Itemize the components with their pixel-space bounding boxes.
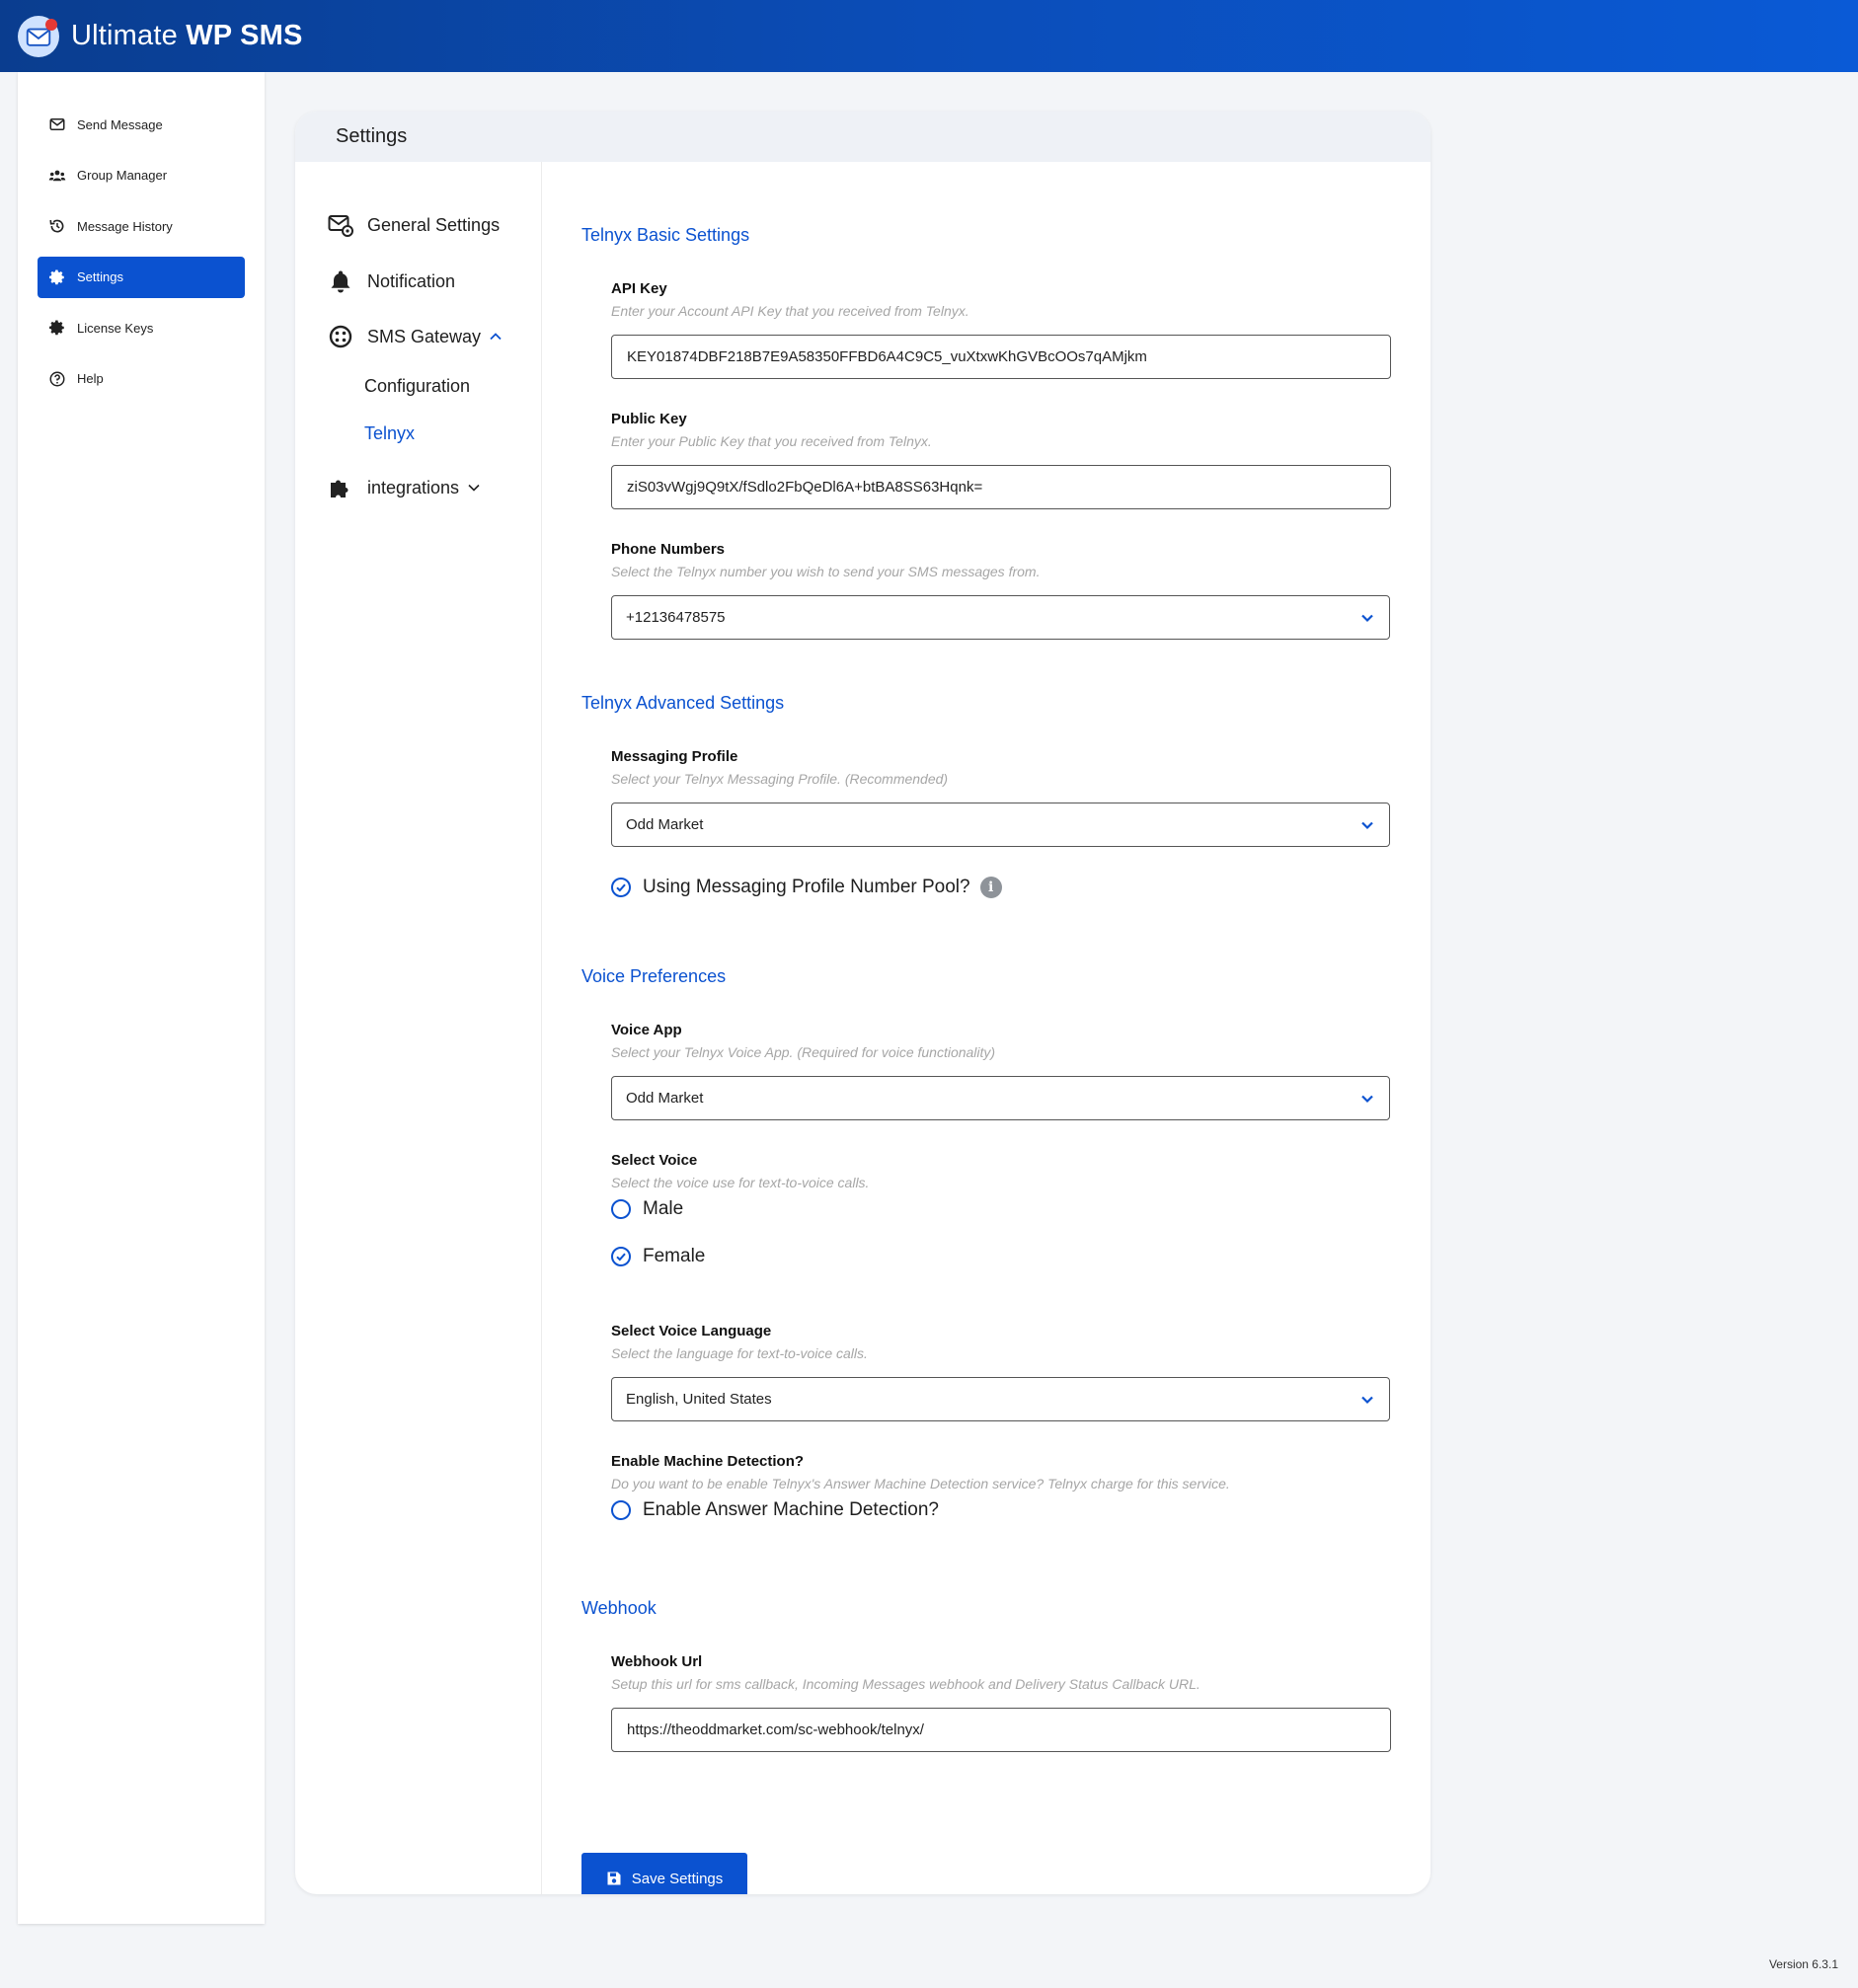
- gear-icon: [47, 268, 67, 287]
- sidebar-item-settings[interactable]: Settings: [38, 256, 245, 298]
- number-pool-option[interactable]: Using Messaging Profile Number Pool? i: [611, 877, 1002, 898]
- public-key-hint: Enter your Public Key that you received …: [611, 433, 932, 449]
- select-value: Odd Market: [626, 816, 704, 833]
- subnav-label: Notification: [367, 270, 456, 291]
- gateway-icon: [327, 323, 354, 350]
- puzzle-icon: [327, 474, 354, 501]
- sidebar-item-license-keys[interactable]: License Keys: [38, 307, 245, 348]
- number-pool-label: Using Messaging Profile Number Pool?: [643, 877, 970, 897]
- sidebar-item-help[interactable]: Help: [38, 358, 245, 400]
- machine-detection-hint: Do you want to be enable Telnyx's Answer…: [611, 1476, 1230, 1491]
- chevron-up-icon: [490, 333, 502, 341]
- version-label: Version 6.3.1: [1768, 1957, 1838, 1971]
- voice-language-select[interactable]: English, United States: [611, 1377, 1390, 1421]
- brand-title: Ultimate WP SMS: [71, 20, 303, 51]
- envelope-icon: [47, 115, 67, 134]
- public-key-label: Public Key: [611, 411, 687, 427]
- sidebar-item-label: Help: [77, 371, 104, 386]
- gear-icon: [47, 318, 67, 338]
- check-circle-icon[interactable]: [611, 878, 631, 897]
- sidebar-item-label: License Keys: [77, 320, 154, 336]
- page-title: Settings: [295, 112, 1431, 162]
- settings-card: Settings General Settings Notification S…: [295, 112, 1431, 1894]
- messaging-profile-hint: Select your Telnyx Messaging Profile. (R…: [611, 771, 949, 787]
- section-webhook-title: Webhook: [581, 1598, 657, 1618]
- bell-icon: [327, 268, 354, 295]
- users-icon: [47, 166, 67, 186]
- sidebar-item-label: Group Manager: [77, 168, 168, 183]
- subnav-telnyx[interactable]: Telnyx: [364, 423, 415, 444]
- phone-numbers-hint: Select the Telnyx number you wish to sen…: [611, 564, 1041, 579]
- section-voice-title: Voice Preferences: [581, 966, 727, 986]
- api-key-hint: Enter your Account API Key that you rece…: [611, 303, 969, 319]
- chevron-down-icon: [1361, 1095, 1373, 1104]
- machine-detection-option[interactable]: Enable Answer Machine Detection?: [611, 1499, 939, 1521]
- webhook-url-hint: Setup this url for sms callback, Incomin…: [611, 1676, 1200, 1692]
- sidebar: Send Message Group Manager Message Histo…: [18, 72, 265, 1924]
- public-key-input[interactable]: [611, 465, 1391, 509]
- voice-app-select[interactable]: Odd Market: [611, 1076, 1390, 1120]
- chevron-down-icon: [1361, 1396, 1373, 1405]
- radio-machine-detection[interactable]: [611, 1500, 631, 1520]
- chevron-down-icon: [468, 484, 480, 492]
- select-voice-hint: Select the voice use for text-to-voice c…: [611, 1175, 870, 1190]
- phone-numbers-select[interactable]: +12136478575: [611, 595, 1390, 640]
- select-voice-label: Select Voice: [611, 1152, 698, 1169]
- select-value: English, United States: [626, 1391, 772, 1408]
- webhook-url-label: Webhook Url: [611, 1653, 703, 1670]
- help-icon: [47, 369, 67, 389]
- subnav-general-settings[interactable]: General Settings: [327, 211, 500, 239]
- voice-male-label: Male: [643, 1198, 684, 1219]
- select-value: +12136478575: [626, 609, 726, 626]
- messaging-profile-label: Messaging Profile: [611, 748, 738, 765]
- api-key-input[interactable]: [611, 335, 1391, 379]
- messaging-profile-select[interactable]: Odd Market: [611, 803, 1390, 847]
- voice-female-option[interactable]: Female: [611, 1246, 705, 1267]
- section-advanced-title: Telnyx Advanced Settings: [581, 693, 785, 713]
- voice-language-hint: Select the language for text-to-voice ca…: [611, 1345, 868, 1361]
- sidebar-item-label: Send Message: [77, 116, 163, 132]
- save-settings-button[interactable]: Save Settings: [581, 1853, 747, 1894]
- phone-numbers-label: Phone Numbers: [611, 541, 726, 558]
- sidebar-item-send-message[interactable]: Send Message: [38, 104, 245, 145]
- sidebar-item-label: Settings: [77, 269, 123, 284]
- radio-male[interactable]: [611, 1199, 631, 1219]
- api-key-label: API Key: [611, 280, 667, 297]
- info-icon[interactable]: i: [979, 877, 1002, 898]
- notification-badge: [45, 18, 57, 31]
- chevron-down-icon: [1361, 821, 1373, 830]
- envelope-gear-icon: [327, 211, 354, 239]
- chevron-down-icon: [1361, 614, 1373, 623]
- subnav-label: General Settings: [367, 214, 501, 235]
- save-settings-label: Save Settings: [631, 1870, 724, 1887]
- select-value: Odd Market: [626, 1090, 704, 1107]
- voice-app-hint: Select your Telnyx Voice App. (Required …: [611, 1044, 996, 1060]
- subnav-label: SMS Gateway: [367, 326, 482, 346]
- settings-subnav: General Settings Notification SMS Gatewa…: [295, 162, 542, 1894]
- voice-female-label: Female: [643, 1246, 706, 1266]
- sidebar-item-label: Message History: [77, 218, 173, 234]
- history-icon: [47, 216, 67, 236]
- telnyx-settings-form: Telnyx Basic Settings API Key Enter your…: [581, 162, 1431, 1894]
- logo[interactable]: [18, 15, 59, 57]
- voice-app-label: Voice App: [611, 1022, 682, 1038]
- radio-female-checked[interactable]: [611, 1247, 631, 1266]
- subnav-label: integrations: [367, 477, 460, 497]
- subnav-notification[interactable]: Notification: [327, 268, 455, 295]
- voice-male-option[interactable]: Male: [611, 1198, 683, 1220]
- sidebar-item-message-history[interactable]: Message History: [38, 205, 245, 247]
- machine-detection-option-label: Enable Answer Machine Detection?: [643, 1499, 939, 1520]
- subnav-configuration[interactable]: Configuration: [364, 376, 470, 397]
- subnav-sms-gateway[interactable]: SMS Gateway: [327, 323, 503, 350]
- webhook-url-input[interactable]: [611, 1708, 1391, 1752]
- section-basic-title: Telnyx Basic Settings: [581, 225, 750, 245]
- floppy-disk-icon: [607, 1872, 621, 1885]
- voice-language-label: Select Voice Language: [611, 1323, 772, 1339]
- subnav-integrations[interactable]: integrations: [327, 474, 481, 501]
- machine-detection-label: Enable Machine Detection?: [611, 1453, 805, 1470]
- sidebar-item-group-manager[interactable]: Group Manager: [38, 155, 245, 196]
- top-bar: Ultimate WP SMS: [0, 0, 1858, 72]
